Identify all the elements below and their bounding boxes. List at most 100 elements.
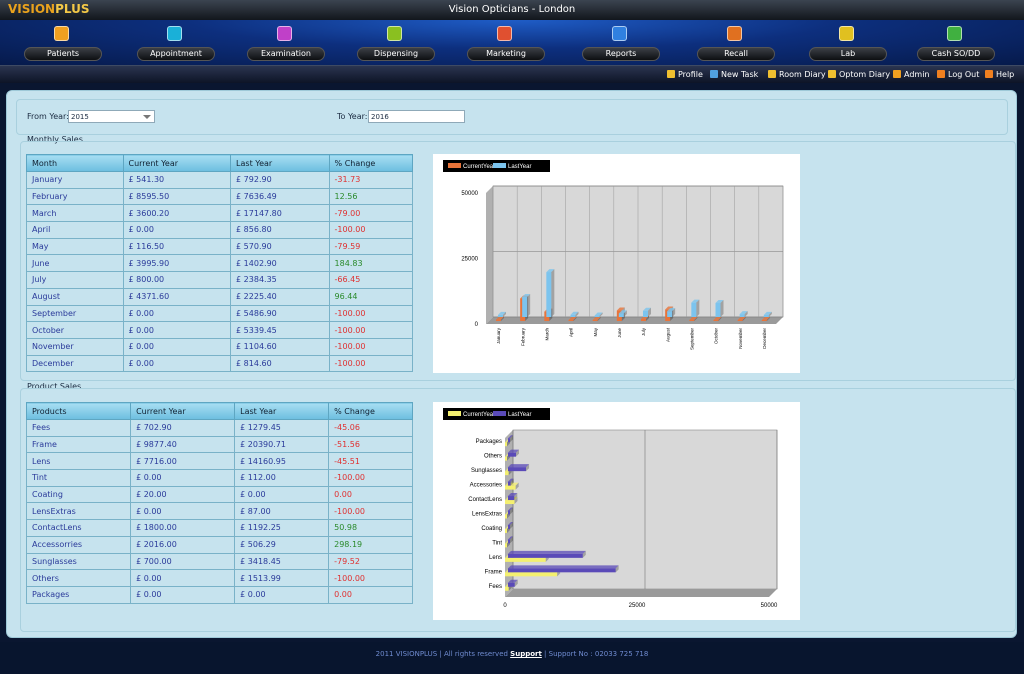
column-header: Last Year xyxy=(230,154,330,172)
chevron-down-icon xyxy=(143,115,151,119)
footer: 2011 VISIONPLUS | All rights reserved Su… xyxy=(0,642,1024,674)
toolbar-admin-gear[interactable]: Admin xyxy=(893,69,930,80)
toolbar-label: Room Diary xyxy=(779,70,826,79)
chart-legend: CurrentYear LastYear xyxy=(443,160,550,172)
nav-recall[interactable]: Recall xyxy=(695,23,775,63)
table-row[interactable]: LensExtras £ 0.00 £ 87.00 -100.00 xyxy=(25,502,413,521)
table-row[interactable]: April £ 0.00 £ 856.80 -100.00 xyxy=(26,221,414,239)
table-row[interactable]: June £ 3995.90 £ 1402.90 184.83 xyxy=(26,254,414,273)
bar-LastYear-March xyxy=(546,269,555,317)
x-tick-label: February xyxy=(520,327,525,346)
column-header: % Change xyxy=(328,402,413,420)
dispensing-icon xyxy=(387,26,402,41)
nav-lab[interactable]: Lab xyxy=(807,23,887,63)
table-cell: £ 5486.90 xyxy=(230,304,330,323)
nav-appointment[interactable]: Appointment xyxy=(135,23,215,63)
table-cell: £ 0.00 xyxy=(122,354,232,373)
y-tick-label: 0 xyxy=(475,322,479,328)
x-tick-label: March xyxy=(544,328,549,341)
toolbar-room-diary[interactable]: Room Diary xyxy=(768,69,826,80)
table-row[interactable]: Frame £ 9877.40 £ 20390.71 -51.56 xyxy=(25,435,413,454)
from-year-select[interactable]: 2015 xyxy=(68,110,155,123)
room-diary-icon xyxy=(768,70,776,78)
table-cell: ContactLens xyxy=(25,519,132,537)
to-year-input[interactable]: 2016 xyxy=(368,110,465,123)
table-cell: £ 856.80 xyxy=(230,221,330,239)
nav-label: Patients xyxy=(24,47,102,61)
table-cell: £ 700.00 xyxy=(130,552,236,571)
nav-cash[interactable]: Cash SO/DD xyxy=(915,23,995,63)
table-cell: £ 0.00 xyxy=(122,304,232,323)
x-tick-label: April xyxy=(569,328,574,337)
table-cell: -100.00 xyxy=(328,569,413,587)
table-row[interactable]: May £ 116.50 £ 570.90 -79.59 xyxy=(26,237,414,256)
table-row[interactable]: Packages £ 0.00 £ 0.00 0.00 xyxy=(25,585,413,604)
y-tick-label: Sunglasses xyxy=(471,468,502,474)
monthly-sales-chart: CurrentYear LastYear 0 25000 50000 January Feb… xyxy=(433,154,800,373)
table-row[interactable]: November £ 0.00 £ 1104.60 -100.00 xyxy=(26,337,414,356)
table-cell: -45.51 xyxy=(328,452,413,471)
chart-floor xyxy=(505,589,777,597)
table-cell: Tint xyxy=(25,469,132,487)
nav-examination[interactable]: Examination xyxy=(245,23,325,63)
table-row[interactable]: Coating £ 20.00 £ 0.00 0.00 xyxy=(25,485,413,504)
new-task-icon xyxy=(710,70,718,78)
help-icon xyxy=(985,70,993,78)
patients-icon xyxy=(54,26,69,41)
table-cell: 0.00 xyxy=(328,485,413,504)
table-cell: -100.00 xyxy=(328,469,413,487)
toolbar-profile[interactable]: Profile xyxy=(667,69,703,80)
y-tick-label: ContactLens xyxy=(468,497,502,503)
table-row[interactable]: September £ 0.00 £ 5486.90 -100.00 xyxy=(26,304,414,323)
support-link[interactable]: Support xyxy=(510,650,542,658)
y-tick-label: Packages xyxy=(476,439,502,445)
nav-label: Marketing xyxy=(467,47,545,61)
table-cell: £ 0.00 xyxy=(130,469,236,487)
top-toolbar: Profile New Task Room Diary Optom Diary Admi… xyxy=(0,65,1024,83)
main-nav: Patients Appointment Examination Dispensing… xyxy=(0,20,1024,65)
table-row[interactable]: October £ 0.00 £ 5339.45 -100.00 xyxy=(26,321,414,339)
table-cell: 12.56 xyxy=(328,187,414,206)
table-cell: £ 1192.25 xyxy=(234,519,330,537)
appointment-icon xyxy=(167,26,182,41)
year-filter: From Year: 2015 To Year: 2016 xyxy=(16,99,1008,135)
x-tick-label: 25000 xyxy=(629,603,646,609)
table-row[interactable]: Others £ 0.00 £ 1513.99 -100.00 xyxy=(25,569,413,587)
nav-reports[interactable]: Reports xyxy=(580,23,660,63)
table-row[interactable]: Accessorries £ 2016.00 £ 506.29 298.19 xyxy=(25,535,413,554)
table-cell: Lens xyxy=(25,452,132,471)
table-row[interactable]: December £ 0.00 £ 814.60 -100.00 xyxy=(26,354,414,373)
table-cell: January xyxy=(26,171,124,189)
toolbar-new-task[interactable]: New Task xyxy=(710,69,758,80)
legend-swatch xyxy=(448,411,461,416)
table-row[interactable]: Fees £ 702.90 £ 1279.45 -45.06 xyxy=(25,419,413,437)
toolbar-help[interactable]: Help xyxy=(985,69,1014,80)
nav-patients[interactable]: Patients xyxy=(22,23,102,63)
table-row[interactable]: ContactLens £ 1800.00 £ 1192.25 50.98 xyxy=(25,519,413,537)
toolbar-logout[interactable]: Log Out xyxy=(937,69,979,80)
toolbar-label: Log Out xyxy=(948,70,980,79)
nav-marketing[interactable]: Marketing xyxy=(465,23,545,63)
table-cell: £ 0.00 xyxy=(234,485,330,504)
table-row[interactable]: Sunglasses £ 700.00 £ 3418.45 -79.52 xyxy=(25,552,413,571)
table-row[interactable]: Tint £ 0.00 £ 112.00 -100.00 xyxy=(25,469,413,487)
toolbar-optom-diary[interactable]: Optom Diary xyxy=(828,69,890,80)
table-row[interactable]: February £ 8595.50 £ 7636.49 12.56 xyxy=(26,187,414,206)
table-cell: Fees xyxy=(25,419,132,437)
table-row[interactable]: March £ 3600.20 £ 17147.80 -79.00 xyxy=(26,204,414,223)
x-tick-label: December xyxy=(762,328,767,349)
table-row[interactable]: January £ 541.30 £ 792.90 -31.73 xyxy=(26,171,414,189)
chart-side-wall xyxy=(486,186,493,324)
to-year-label: To Year: xyxy=(337,112,368,121)
legend-swatch xyxy=(493,163,506,168)
nav-dispensing[interactable]: Dispensing xyxy=(355,23,435,63)
nav-label: Dispensing xyxy=(357,47,435,61)
table-cell: £ 1513.99 xyxy=(234,569,330,587)
table-row[interactable]: August £ 4371.60 £ 2225.40 96.44 xyxy=(26,287,414,306)
table-cell: £ 0.00 xyxy=(122,321,232,339)
legend-label: LastYear xyxy=(508,412,531,418)
table-header-row: Products Current Year Last Year% Change xyxy=(25,402,413,420)
table-row[interactable]: July £ 800.00 £ 2384.35 -66.45 xyxy=(26,271,414,289)
table-row[interactable]: Lens £ 7716.00 £ 14160.95 -45.51 xyxy=(25,452,413,471)
table-cell: £ 7716.00 xyxy=(130,452,236,471)
